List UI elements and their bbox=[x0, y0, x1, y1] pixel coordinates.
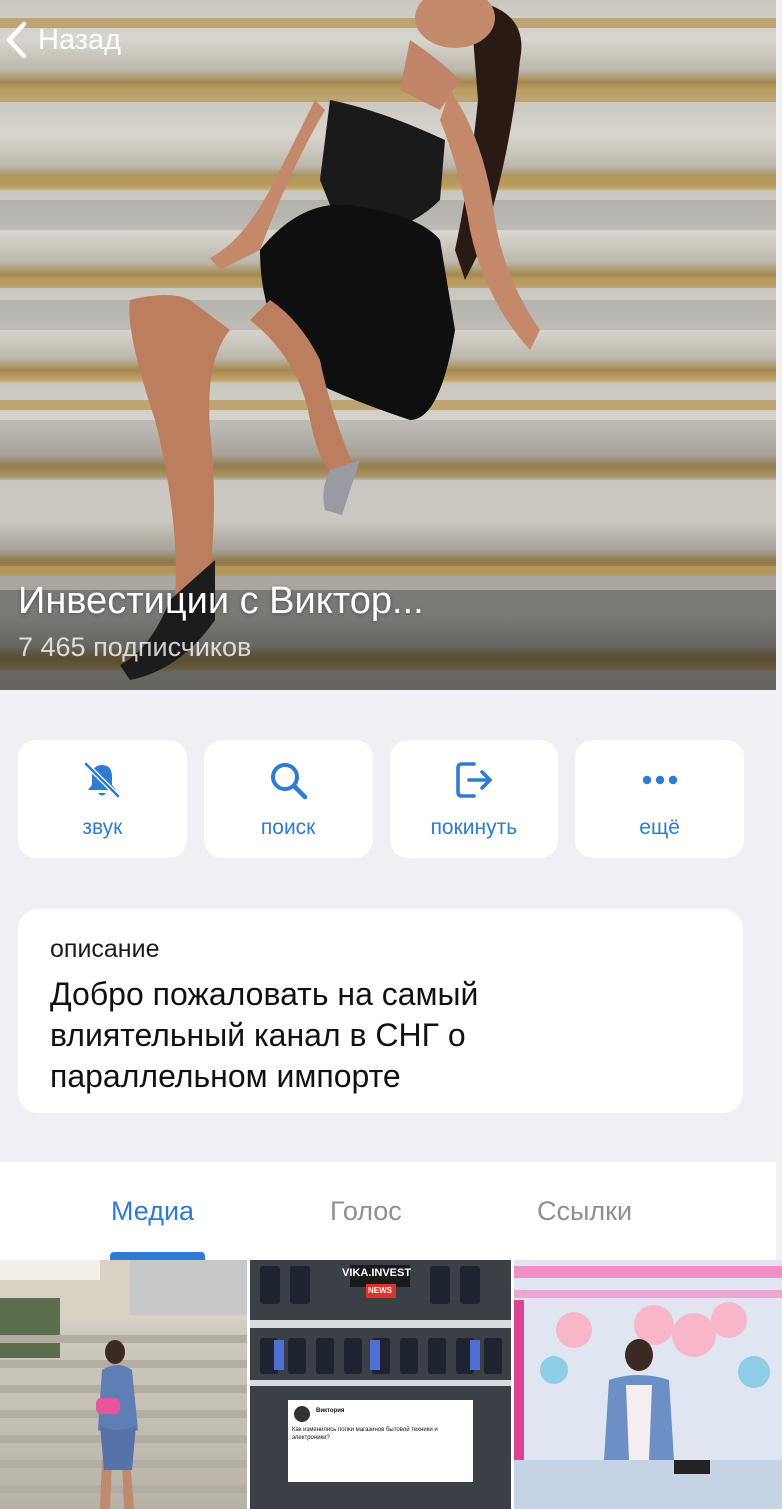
media-grid: VIKA.INVEST NEWS Виктория Как изменились… bbox=[0, 1260, 782, 1509]
more-icon bbox=[642, 775, 677, 785]
channel-title: Инвестиции с Виктор... bbox=[18, 580, 424, 622]
channel-header-photo: Назад Инвестиции с Виктор... 7 465 подпи… bbox=[0, 0, 776, 690]
description-text: Добро пожаловать на самый влиятельный ка… bbox=[50, 976, 479, 1094]
description-card: описание Добро пожаловать на самый влият… bbox=[18, 909, 743, 1113]
bell-slash-icon bbox=[84, 762, 121, 798]
search-button[interactable]: поиск bbox=[203, 740, 373, 858]
description-label: описание bbox=[50, 935, 160, 963]
more-label: ещё bbox=[639, 816, 680, 839]
mute-label: звук bbox=[82, 816, 123, 839]
active-tab-indicator bbox=[110, 1252, 205, 1260]
chevron-left-icon bbox=[6, 21, 27, 59]
search-label: поиск bbox=[260, 816, 316, 839]
back-button[interactable]: Назад bbox=[4, 20, 121, 60]
media-tabs: Медиа Голос Ссылки bbox=[0, 1162, 776, 1260]
subscriber-count: 7 465 подписчиков bbox=[18, 632, 252, 662]
post-author: Виктория bbox=[316, 1408, 345, 1414]
media-thumbnail[interactable] bbox=[0, 1260, 247, 1509]
back-label: Назад bbox=[38, 23, 122, 56]
woman-on-stairs-image bbox=[0, 1260, 247, 1509]
news-badge: NEWS bbox=[368, 1286, 392, 1295]
leave-label: покинуть bbox=[430, 816, 518, 839]
tab-links[interactable]: Ссылки bbox=[537, 1196, 632, 1227]
search-icon bbox=[271, 763, 308, 800]
leave-icon bbox=[456, 762, 492, 798]
mute-button[interactable]: звук bbox=[18, 740, 187, 858]
claw-machine-image bbox=[514, 1260, 782, 1509]
leave-button[interactable]: покинуть bbox=[389, 740, 559, 858]
more-button[interactable]: ещё bbox=[575, 740, 744, 858]
post-text: Как изменились полки магазинов бытовой т… bbox=[292, 1427, 438, 1441]
tab-media[interactable]: Медиа bbox=[111, 1196, 194, 1227]
media-thumbnail[interactable] bbox=[514, 1260, 782, 1509]
channel-actions: звук поиск покинуть ещё bbox=[18, 740, 744, 858]
media-brand-label: VIKA.INVEST bbox=[342, 1267, 412, 1279]
tab-voice[interactable]: Голос bbox=[330, 1196, 402, 1227]
phone-store-image bbox=[250, 1260, 511, 1509]
media-thumbnail[interactable]: VIKA.INVEST NEWS Виктория Как изменились… bbox=[250, 1260, 511, 1509]
